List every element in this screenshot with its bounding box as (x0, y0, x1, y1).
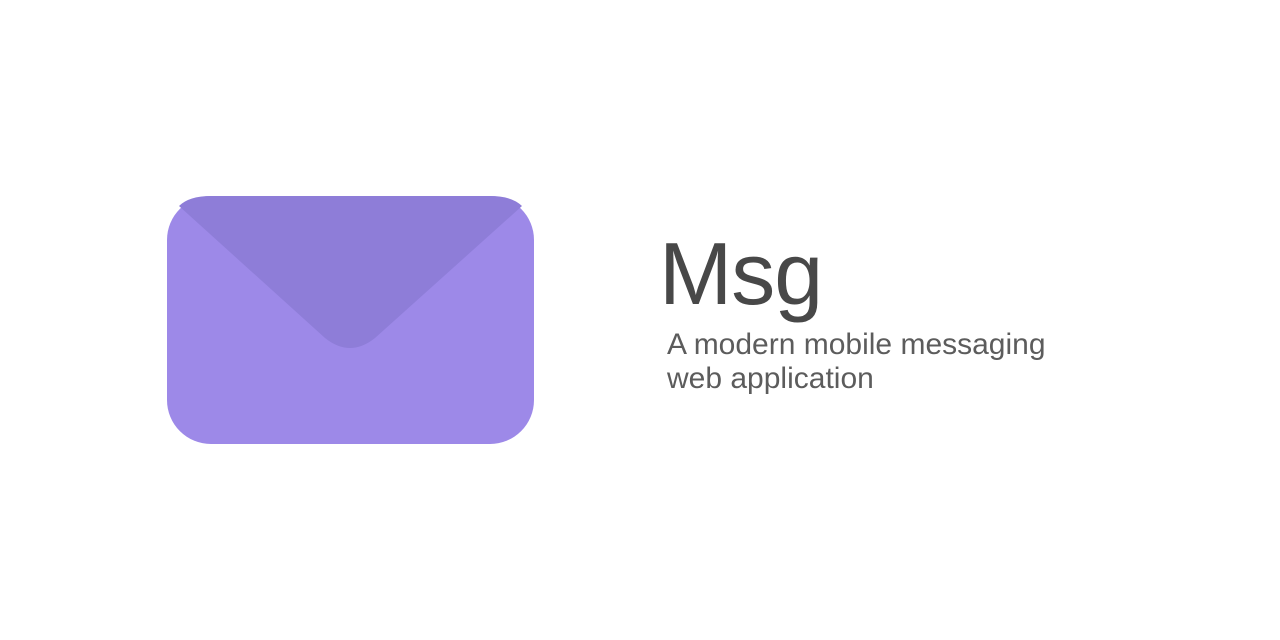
envelope-icon (167, 196, 534, 444)
app-tagline: A modern mobile messaging web applicatio… (667, 328, 1046, 395)
app-title: Msg (659, 224, 823, 323)
